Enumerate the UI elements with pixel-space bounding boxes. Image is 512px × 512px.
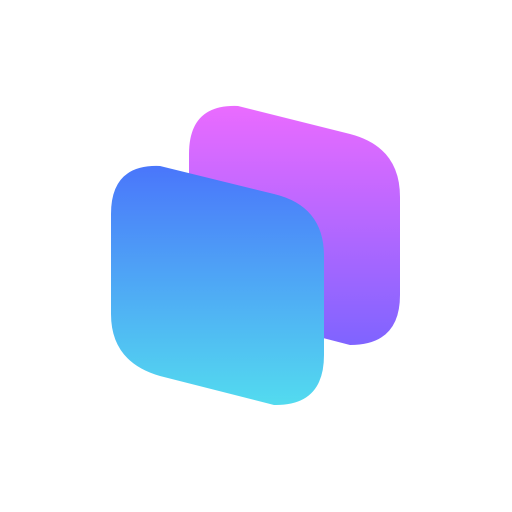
icon-canvas bbox=[0, 0, 512, 512]
front-card-shape bbox=[111, 165, 324, 406]
stacked-cards-icon bbox=[111, 105, 400, 406]
